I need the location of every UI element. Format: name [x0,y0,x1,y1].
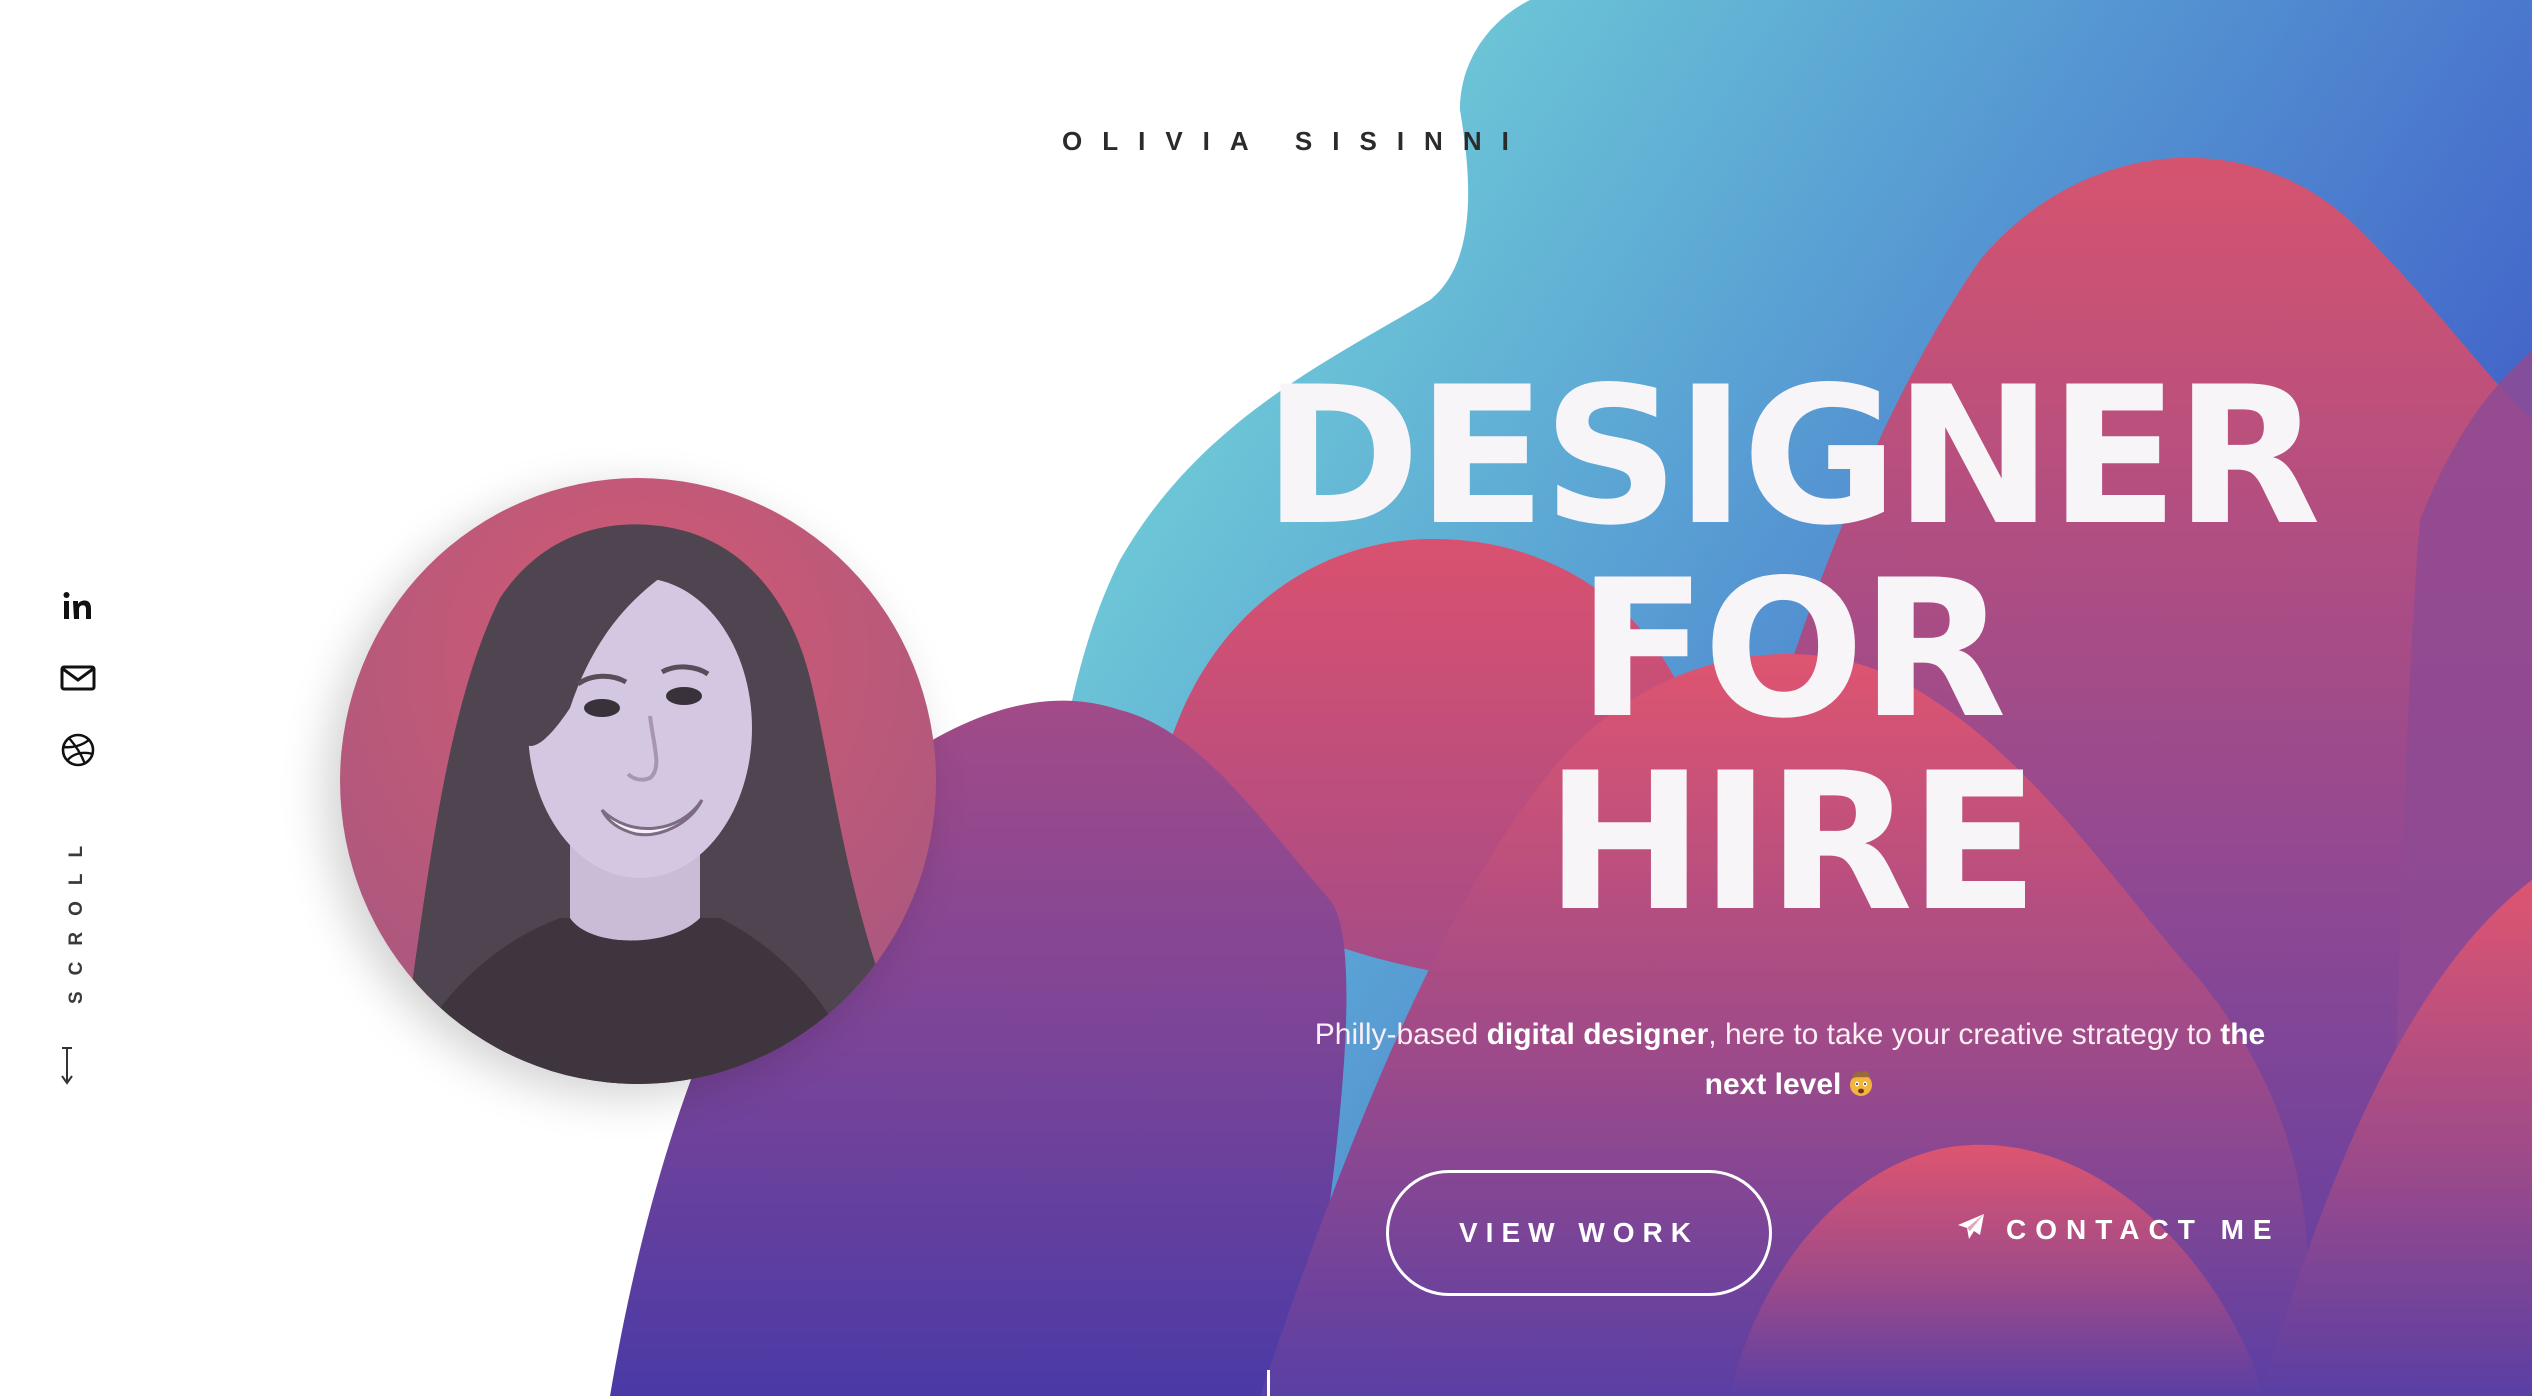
hero-headline: DESIGNER FOR HIRE [1170,360,2410,939]
profile-portrait [340,478,936,1084]
section-divider-tick [1267,1370,1270,1396]
arrow-down-icon[interactable] [58,1046,76,1091]
view-work-button[interactable]: VIEW WORK [1386,1170,1772,1296]
headline-line-1: DESIGNER [1262,346,2321,567]
dribbble-link[interactable] [56,728,100,772]
tagline-text: Philly-based [1314,1018,1487,1051]
email-link[interactable] [56,656,100,700]
tagline-text: , here to take your creative strategy to [1708,1018,2221,1051]
exploding-head-emoji-icon [1847,1063,1875,1096]
tagline-emphasis: digital designer [1486,1018,1709,1051]
linkedin-icon [61,589,95,623]
site-brand-name[interactable]: OLIVIA SISINNI [1062,126,1529,157]
dribbble-icon [60,732,96,768]
contact-me-button[interactable]: CONTACT ME [1956,1210,2281,1250]
mail-icon [60,665,96,691]
hero-tagline: Philly-based digital designer, here to t… [1300,1010,2280,1110]
linkedin-link[interactable] [56,584,100,628]
headline-line-3: HIRE [1545,732,2039,953]
paper-plane-icon [1956,1212,1986,1249]
headline-line-2: FOR [1577,539,2007,760]
contact-me-label: CONTACT ME [2006,1214,2281,1245]
scroll-label[interactable]: SCROLL [66,830,88,1004]
